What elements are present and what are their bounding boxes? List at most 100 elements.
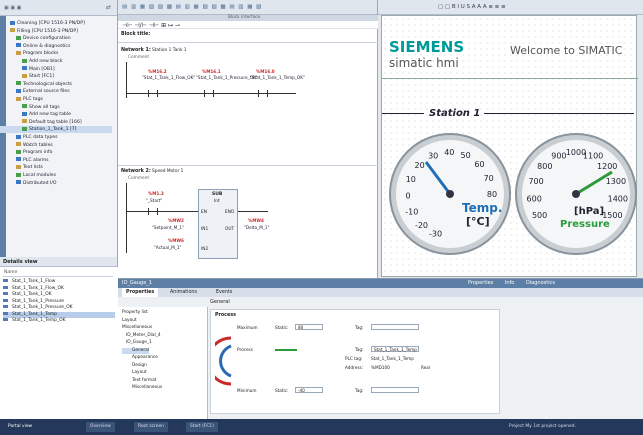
details-column-name[interactable]: Name	[4, 270, 17, 275]
tree-item[interactable]: Add new tag table	[0, 111, 112, 118]
process-tag-field[interactable]: Stat_1_Tank_1_Temp	[371, 346, 419, 352]
nw1-contact3[interactable]	[258, 90, 268, 97]
details-row[interactable]: Stat_1_Tank_1_Temp_OK	[3, 318, 115, 324]
min-static-field[interactable]: -40	[295, 387, 323, 393]
task-overview[interactable]: Overview	[86, 422, 115, 432]
property-nav-item[interactable]: Property list	[122, 310, 148, 316]
min-tag-field[interactable]	[371, 387, 419, 393]
tree-item-label: PLC tags	[23, 97, 43, 102]
portal-view-button[interactable]: Portal view	[4, 422, 36, 432]
in2-name[interactable]: "Actual_M_1"	[154, 245, 181, 250]
details-row[interactable]: Stat_1_Tank_1_Pressure	[3, 298, 115, 305]
property-nav-item[interactable]: Layout	[122, 318, 137, 324]
nw1-contact2[interactable]	[204, 90, 214, 97]
network-2-title[interactable]: Network 2:	[121, 169, 151, 174]
right-tab-diagnostics[interactable]: Diagnostics	[526, 280, 555, 286]
tree-item[interactable]: Default tag table [166]	[0, 119, 112, 126]
block-interface-label[interactable]: Block interface	[228, 15, 260, 20]
tree-item[interactable]: Technological objects	[0, 81, 112, 88]
out-name[interactable]: "Delta_M_1"	[244, 225, 270, 230]
address-value[interactable]: %MD100	[371, 365, 390, 370]
tree-item[interactable]: Local modules	[0, 172, 112, 179]
property-nav-item[interactable]: Design	[122, 363, 147, 369]
task-start-fc1[interactable]: Start (FC1)	[186, 422, 218, 432]
ladder-toolbar-icons[interactable]: ⊣⊢ ⊣/⊢ ⊣⊢ ⊞ ↦ ⇀	[122, 22, 180, 29]
details-title[interactable]: Details view	[3, 259, 37, 265]
simatic-hmi-text: simatic hmi	[389, 56, 459, 70]
property-nav-item[interactable]: IO_Meter_Dial_4	[122, 333, 161, 339]
tree-item[interactable]: Program blocks	[0, 50, 112, 57]
property-nav-item[interactable]: Appearance	[122, 355, 158, 361]
tree-item-label: Cleaning [CPU 1516-3 PN/DP]	[17, 21, 85, 26]
pin-icon[interactable]: ⇄	[106, 4, 111, 11]
property-nav-item[interactable]: Text format	[122, 378, 156, 384]
tree-item[interactable]: Start [FC1]	[0, 73, 112, 80]
network-2-comment[interactable]: Speed Motor 1	[152, 169, 183, 174]
in1-name[interactable]: "Setpoint_M_1"	[152, 225, 184, 230]
gauge-tick-label: 60	[474, 160, 484, 169]
tree-item[interactable]: Show all tags	[0, 104, 112, 111]
right-tab-info[interactable]: Info	[505, 280, 514, 286]
station-label[interactable]: Station 1	[429, 108, 480, 119]
network-1-comment[interactable]: Station 1 Tank 1	[152, 48, 187, 53]
details-row[interactable]: Stat_1_Tank_1_Temp	[3, 311, 115, 318]
details-row[interactable]: Stat_1_Tank_1_Pressure_OK	[3, 305, 115, 311]
in1-addr: %MW2	[168, 218, 184, 223]
tree-item[interactable]: Online & diagnostics	[0, 43, 112, 50]
tree-item[interactable]: PLC data types	[0, 134, 112, 141]
details-row[interactable]: Stat_1_Tank_1_OK	[3, 292, 115, 298]
nw1-contact2-name[interactable]: "Stat_1_Tank_1_Pressure_OK"	[196, 75, 258, 80]
sub-type[interactable]: Int	[214, 199, 220, 204]
property-nav-item[interactable]: Miscellaneous	[122, 385, 162, 391]
task-root-screen[interactable]: Root screen	[134, 422, 168, 432]
sub-instruction-box[interactable]: SUB Int EN ENO IN1 OUT IN2	[198, 189, 238, 259]
property-nav-item[interactable]: Layout	[122, 370, 147, 376]
nw1-contact3-name[interactable]: "Stat_1_Tank_1_Temp_OK"	[250, 75, 305, 80]
welcome-text[interactable]: Welcome to SIMATIC	[510, 44, 622, 57]
right-tab-properties[interactable]: Properties	[468, 280, 493, 286]
status-bar: Portal view Overview Root screen Start (…	[0, 419, 643, 435]
details-view: Details view Name Stat_1_Tank_1_Flow Stat…	[0, 257, 118, 419]
property-nav-item[interactable]: General	[122, 347, 149, 354]
details-row[interactable]: Stat_1_Tank_1_Flow_OK	[3, 285, 115, 292]
tab-animations[interactable]: Animations	[166, 288, 201, 297]
tree-item[interactable]: External source files	[0, 88, 112, 95]
tree-item[interactable]: Device configuration	[0, 35, 112, 42]
tab-properties[interactable]: Properties	[122, 288, 159, 297]
nw1-contact1[interactable]	[148, 90, 158, 97]
nw2-contact-name[interactable]: "_Start"	[146, 198, 162, 203]
gauge-tick-label: 50	[461, 151, 471, 160]
block-title-label[interactable]: Block title:	[121, 32, 150, 37]
tree-toolbar-icons[interactable]: ▣ ▣ ▣	[4, 5, 21, 11]
temperature-gauge[interactable]: -30-20 -10 0 10 2030 40 506070 80 Temp. [°C]	[386, 130, 514, 258]
sub-out: OUT	[225, 227, 235, 232]
max-static-label: Static:	[275, 325, 289, 330]
pressure-gauge[interactable]: 500600700800900 100011001200130014001500 …	[512, 130, 640, 258]
property-nav-item[interactable]: IO_Gauge_1	[122, 340, 152, 346]
nw1-contact1-name[interactable]: "Stat_1_Tank_1_Flow_OK"	[142, 75, 195, 80]
hmi-format-toolbar[interactable]: ▢ ▢ B I U S A A A ≡ ≡ ≡	[438, 4, 506, 10]
property-nav-item[interactable]: Miscellaneous	[122, 325, 152, 331]
editor-toolbar-icons[interactable]: ▤ ▥ ▦ ▧ ▨ ▩ ▤ ▥ ▦ ▧ ▨ ▩ ▤ ▥ ▦ ▧	[122, 4, 262, 10]
tree-item[interactable]: Cleaning [CPU 1516-3 PN/DP]	[0, 20, 112, 27]
scale-icon	[215, 336, 232, 386]
max-tag-field[interactable]	[371, 324, 419, 330]
tree-item[interactable]: Distributed I/O	[0, 180, 112, 187]
tree-item[interactable]: Program info	[0, 149, 112, 156]
plc-tag-value[interactable]: Stat_1_Tank_1_Temp	[371, 356, 414, 361]
tab-events[interactable]: Events	[212, 288, 236, 297]
tree-item[interactable]: Main [OB1]	[0, 66, 112, 73]
tree-item[interactable]: Filling [CPU 1516-3 PN/DP]	[0, 28, 112, 35]
tree-item[interactable]: Watch tables	[0, 142, 112, 149]
max-static-field[interactable]: 80	[295, 324, 323, 330]
tree-item-label: Filling [CPU 1516-3 PN/DP]	[17, 28, 78, 34]
tree-item[interactable]: Add new block	[0, 58, 112, 65]
tree-item[interactable]: Station_1_Tank_1 [7]	[0, 126, 112, 134]
network-1-title[interactable]: Network 1:	[121, 48, 151, 53]
hmi-root-screen[interactable]: SIEMENS simatic hmi Welcome to SIMATIC S…	[381, 15, 640, 277]
tree-item[interactable]: Text lists	[0, 164, 112, 171]
tree-item[interactable]: PLC tags	[0, 96, 112, 103]
tree-item[interactable]: PLC alarms	[0, 157, 112, 164]
details-row[interactable]: Stat_1_Tank_1_Flow	[3, 279, 115, 285]
details-row-label: Stat_1_Tank_1_Temp	[12, 311, 57, 317]
